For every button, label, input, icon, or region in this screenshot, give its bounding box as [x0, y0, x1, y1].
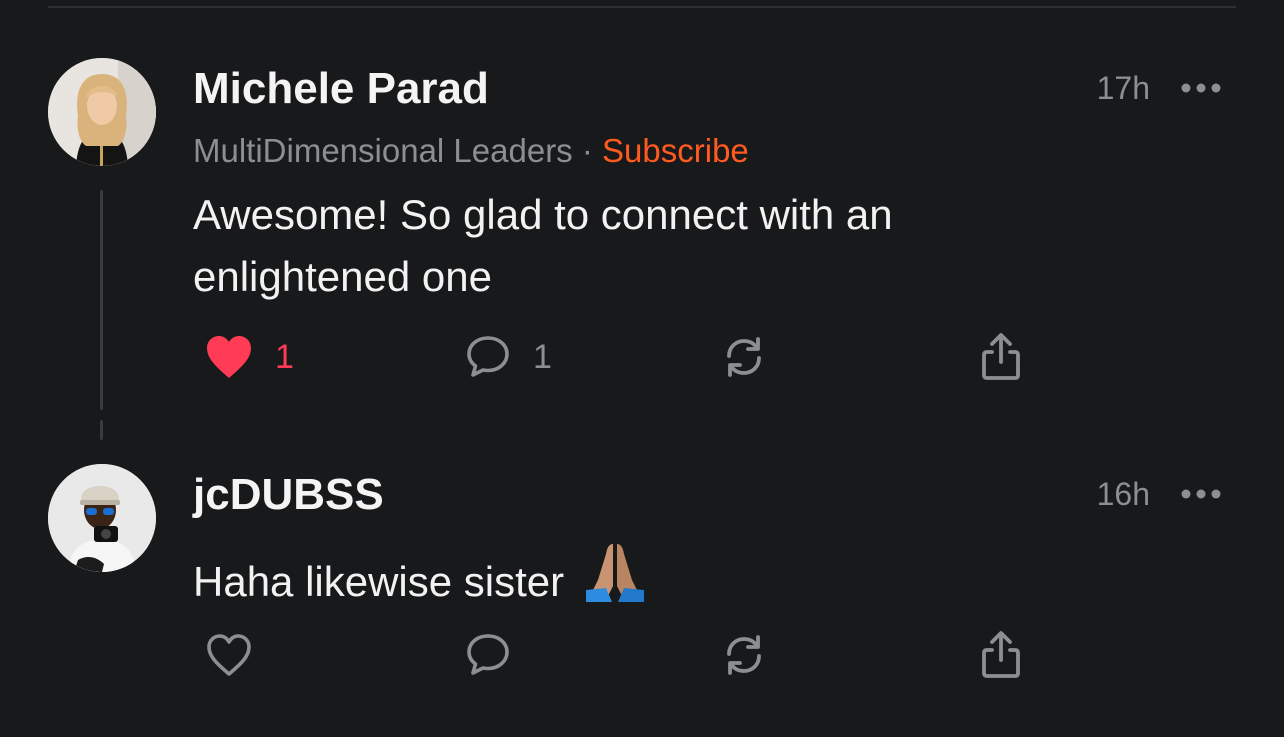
reply-button[interactable]	[465, 628, 511, 682]
restack-icon	[727, 337, 761, 377]
reply-count: 1	[533, 337, 552, 376]
comment-icon	[467, 634, 509, 675]
restack-icon	[727, 635, 761, 675]
separator-dot: ·	[581, 132, 593, 169]
share-icon	[982, 631, 1020, 678]
subscribe-link[interactable]: Subscribe	[602, 132, 749, 169]
publication-line: MultiDimensional Leaders · Subscribe	[193, 132, 749, 170]
comment: Michele Parad MultiDimensional Leaders ·…	[48, 58, 1238, 398]
more-icon[interactable]	[1180, 82, 1222, 94]
thread-line-continuation	[100, 420, 103, 440]
like-button[interactable]	[205, 628, 253, 682]
comment-text: Haha likewise sister	[193, 558, 565, 605]
avatar[interactable]	[48, 58, 156, 166]
heart-outline-icon	[207, 634, 251, 676]
folded-hands-emoji	[585, 544, 644, 602]
comment-text-row: Haha likewise sister	[193, 540, 1093, 613]
reply-button[interactable]: 1	[465, 330, 552, 384]
like-count: 1	[275, 337, 294, 376]
action-bar: 1 1	[193, 330, 1093, 384]
more-icon[interactable]	[1180, 488, 1222, 500]
comment: jcDUBSS 16h Haha likewise sister	[48, 464, 1238, 724]
author-name[interactable]: jcDUBSS	[193, 470, 384, 520]
restack-button[interactable]	[721, 330, 767, 384]
comment-text: Awesome! So glad to connect with an enli…	[193, 191, 893, 300]
heart-filled-icon	[207, 336, 251, 378]
action-bar	[193, 628, 1093, 682]
comment-icon	[467, 336, 509, 377]
share-icon	[982, 333, 1020, 380]
like-button[interactable]: 1	[205, 330, 294, 384]
timestamp: 16h	[1096, 476, 1150, 512]
publication-name[interactable]: MultiDimensional Leaders	[193, 132, 573, 169]
top-divider	[48, 6, 1236, 8]
timestamp: 17h	[1096, 70, 1150, 106]
share-button[interactable]	[979, 330, 1023, 384]
avatar[interactable]	[48, 464, 156, 572]
author-name[interactable]: Michele Parad	[193, 64, 489, 114]
restack-button[interactable]	[721, 628, 767, 682]
share-button[interactable]	[979, 628, 1023, 682]
